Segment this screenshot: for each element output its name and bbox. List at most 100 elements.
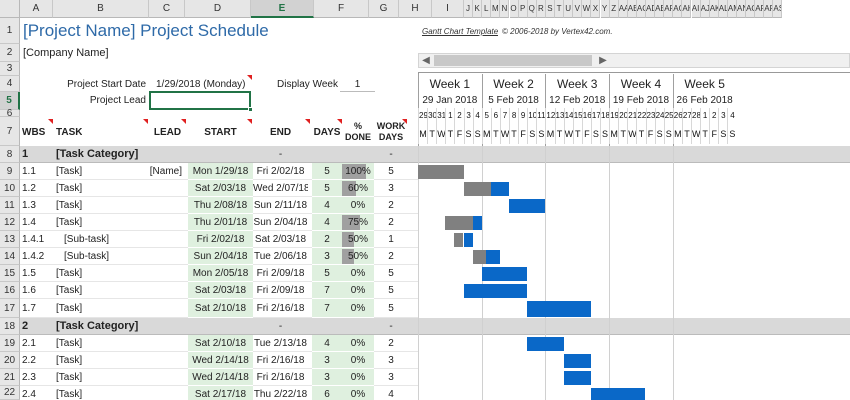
column-header[interactable]: S <box>545 0 555 18</box>
lead-cell[interactable] <box>120 386 182 400</box>
column-header[interactable]: AC <box>636 0 646 18</box>
lead-cell[interactable] <box>120 214 182 231</box>
column-header[interactable]: AI <box>691 0 701 18</box>
days-cell[interactable]: 4 <box>312 214 342 231</box>
days-cell[interactable]: 7 <box>312 282 342 299</box>
days-cell[interactable]: 5 <box>312 180 342 197</box>
lead-cell[interactable] <box>120 352 182 369</box>
gantt-bar-remaining[interactable] <box>463 284 528 298</box>
lead-cell[interactable] <box>120 265 182 282</box>
column-header[interactable]: Z <box>609 0 619 18</box>
scroll-left-button[interactable]: ◀ <box>419 54 433 67</box>
row-header[interactable]: 1 <box>0 18 20 44</box>
row-header[interactable]: 8 <box>0 146 20 163</box>
column-header[interactable]: T <box>555 0 565 18</box>
start-cell[interactable]: Mon 1/29/18 <box>188 163 253 180</box>
days-cell[interactable]: 7 <box>312 299 342 318</box>
percent-done-cell[interactable]: 60% <box>342 180 374 197</box>
row-header[interactable]: 9 <box>0 163 20 180</box>
column-header[interactable]: P <box>518 0 528 18</box>
scroll-thumb[interactable] <box>434 55 592 66</box>
column-header[interactable]: B <box>53 0 149 18</box>
comment-indicator-start-date[interactable] <box>247 75 252 80</box>
row-header[interactable]: 14 <box>0 248 20 265</box>
percent-done-cell[interactable]: 0% <box>342 352 374 369</box>
column-header[interactable]: U <box>564 0 574 18</box>
row-header[interactable]: 20 <box>0 352 20 369</box>
column-header[interactable]: A <box>20 0 53 18</box>
percent-done-cell[interactable]: 0% <box>342 299 374 318</box>
column-header[interactable]: AF <box>664 0 674 18</box>
row-header[interactable]: 15 <box>0 265 20 282</box>
column-header[interactable]: AK <box>709 0 719 18</box>
start-cell[interactable]: Thu 2/08/18 <box>188 197 253 214</box>
column-header[interactable]: AC <box>746 0 756 18</box>
column-header[interactable]: C <box>149 0 185 18</box>
column-header[interactable]: AF <box>764 0 774 18</box>
column-header[interactable]: AL <box>718 0 728 18</box>
gantt-bar-remaining[interactable] <box>563 371 591 385</box>
column-header[interactable]: O <box>509 0 519 18</box>
column-header[interactable]: J <box>464 0 474 18</box>
start-cell[interactable]: Sun 2/04/18 <box>188 248 253 265</box>
column-header[interactable]: H <box>399 0 432 18</box>
comment-indicator-work-days[interactable] <box>402 119 407 124</box>
template-link[interactable]: Gantt Chart Template <box>422 26 498 38</box>
column-header[interactable]: AN <box>737 0 747 18</box>
gantt-bar-remaining[interactable] <box>490 182 509 196</box>
column-header[interactable]: AH <box>682 0 692 18</box>
gantt-bar-completed[interactable] <box>454 233 464 247</box>
task-cell[interactable]: [Task] <box>56 386 82 400</box>
gantt-bar-remaining[interactable] <box>509 199 546 213</box>
task-cell[interactable]: [Sub-task] <box>64 248 109 265</box>
column-header[interactable]: AA <box>618 0 628 18</box>
row-header[interactable]: 11 <box>0 197 20 214</box>
column-header[interactable]: Q <box>527 0 537 18</box>
column-header[interactable]: N <box>500 0 510 18</box>
days-cell[interactable]: 4 <box>312 335 342 352</box>
column-header[interactable]: AF <box>755 0 765 18</box>
comment-indicator-start[interactable] <box>247 119 252 124</box>
task-cell[interactable]: [Task] <box>56 352 82 369</box>
comment-indicator-days[interactable] <box>337 119 342 124</box>
start-cell[interactable]: Sat 2/03/18 <box>188 282 253 299</box>
start-cell[interactable]: Mon 2/05/18 <box>188 265 253 282</box>
column-header[interactable]: L <box>482 0 492 18</box>
column-header[interactable]: G <box>369 0 399 18</box>
start-cell[interactable]: Wed 2/14/18 <box>188 369 253 386</box>
percent-done-cell[interactable]: 50% <box>342 231 374 248</box>
lead-cell[interactable] <box>120 231 182 248</box>
row-header[interactable]: 19 <box>0 335 20 352</box>
column-header[interactable]: AD <box>646 0 656 18</box>
comment-indicator-end[interactable] <box>305 119 310 124</box>
gantt-bar-completed[interactable] <box>445 216 473 230</box>
column-header[interactable]: AS <box>773 0 783 18</box>
row-header[interactable]: 21 <box>0 369 20 386</box>
start-cell[interactable]: Sat 2/10/18 <box>188 335 253 352</box>
start-cell[interactable]: Sat 2/10/18 <box>188 299 253 318</box>
task-category-cell[interactable]: [Task Category] <box>56 146 138 163</box>
lead-cell[interactable] <box>120 299 182 318</box>
lead-cell[interactable] <box>120 180 182 197</box>
task-cell[interactable]: [Task] <box>56 197 82 214</box>
select-all-corner[interactable] <box>0 0 20 18</box>
row-header[interactable]: 3 <box>0 62 20 76</box>
spreadsheet[interactable]: ABCDEFGHIJKLMNOPQRSTUVWXYZAAAEACADAEAFAG… <box>0 0 850 400</box>
days-cell[interactable]: 3 <box>312 352 342 369</box>
row-header[interactable]: 10 <box>0 180 20 197</box>
column-header[interactable]: R <box>536 0 546 18</box>
start-cell[interactable]: Wed 2/14/18 <box>188 352 253 369</box>
percent-done-cell[interactable]: 0% <box>342 335 374 352</box>
fill-handle[interactable] <box>248 107 253 112</box>
lead-cell[interactable] <box>120 335 182 352</box>
row-header[interactable]: 4 <box>0 76 20 92</box>
column-header[interactable]: AJ <box>700 0 710 18</box>
gantt-bar-remaining[interactable] <box>472 216 482 230</box>
column-header[interactable]: W <box>582 0 592 18</box>
column-header[interactable]: AG <box>673 0 683 18</box>
percent-done-cell[interactable]: 75% <box>342 214 374 231</box>
days-cell[interactable]: 6 <box>312 386 342 400</box>
project-lead-input[interactable] <box>149 91 251 110</box>
task-category-cell[interactable]: [Task Category] <box>56 318 138 335</box>
column-header[interactable]: D <box>185 0 251 18</box>
